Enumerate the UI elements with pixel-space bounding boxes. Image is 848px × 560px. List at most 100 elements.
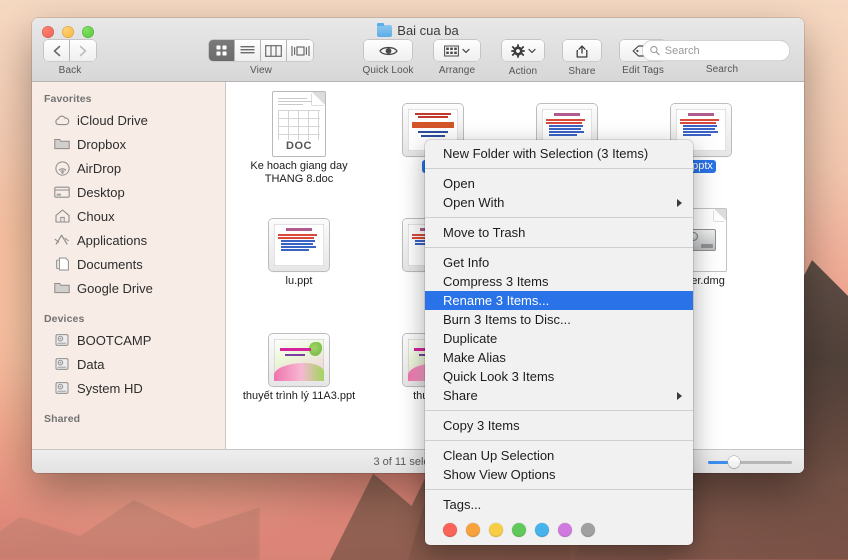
tag-color-purple[interactable] xyxy=(558,523,572,537)
minimize-button[interactable] xyxy=(62,26,74,38)
slider-knob[interactable] xyxy=(728,456,741,468)
tag-color-blue[interactable] xyxy=(535,523,549,537)
menu-item-label: Duplicate xyxy=(443,331,498,346)
arrange-group: Arrange xyxy=(425,40,489,76)
tag-color-row xyxy=(425,514,693,539)
sidebar-item-label: iCloud Drive xyxy=(77,112,148,128)
menu-separator xyxy=(425,410,693,411)
tag-color-gray[interactable] xyxy=(581,523,595,537)
menu-item-label: Open With xyxy=(443,195,505,210)
coverflow-view-icon xyxy=(290,45,310,56)
menu-item-open-with[interactable]: Open With xyxy=(425,193,693,212)
sidebar-item-choux[interactable]: Choux xyxy=(32,204,225,228)
icon-view-icon xyxy=(216,45,227,56)
menu-item-quick-look[interactable]: Quick Look 3 Items xyxy=(425,367,693,386)
icon-size-slider[interactable] xyxy=(708,456,792,468)
sidebar-item-airdrop[interactable]: AirDrop xyxy=(32,156,225,180)
harddisk-icon xyxy=(54,332,70,348)
grid-icon xyxy=(444,45,459,56)
arrange-button[interactable] xyxy=(434,40,480,61)
applications-icon xyxy=(54,232,70,248)
finder-toolbar: Bai cua ba Back View Quick Look Arrange … xyxy=(32,18,804,82)
nav-segmented-control[interactable] xyxy=(44,40,96,61)
menu-item-label: New Folder with Selection (3 Items) xyxy=(443,146,649,161)
sidebar-item-dropbox[interactable]: Dropbox xyxy=(32,132,225,156)
icon-view-button[interactable] xyxy=(209,40,235,61)
quick-look-group: Quick Look xyxy=(355,40,421,76)
cloud-icon xyxy=(54,112,70,128)
menu-item-move-to-trash[interactable]: Move to Trash xyxy=(425,223,693,242)
menu-separator xyxy=(425,217,693,218)
menu-item-label: Clean Up Selection xyxy=(443,448,555,463)
sidebar-section-favorites-title: Favorites xyxy=(44,93,92,105)
menu-item-get-info[interactable]: Get Info xyxy=(425,253,693,272)
sidebar-item-system-hd[interactable]: System HD xyxy=(32,376,225,400)
toolbar-controls: Back View Quick Look Arrange Action Shar… xyxy=(32,40,804,82)
menu-item-label: Open xyxy=(443,176,475,191)
share-button[interactable] xyxy=(563,40,601,61)
tag-color-yellow[interactable] xyxy=(489,523,503,537)
word-document-icon: DOC xyxy=(273,92,325,156)
close-button[interactable] xyxy=(42,26,54,38)
menu-item-share[interactable]: Share xyxy=(425,386,693,405)
menu-item-label: Make Alias xyxy=(443,350,506,365)
share-icon xyxy=(576,44,588,58)
zoom-button[interactable] xyxy=(82,26,94,38)
view-segmented-control[interactable] xyxy=(209,40,313,61)
sidebar-item-google-drive[interactable]: Google Drive xyxy=(32,276,225,300)
desktop-icon xyxy=(54,184,70,200)
tag-color-green[interactable] xyxy=(512,523,526,537)
menu-separator xyxy=(425,440,693,441)
chevron-right-icon xyxy=(79,45,87,56)
tag-color-orange[interactable] xyxy=(466,523,480,537)
menu-item-open[interactable]: Open xyxy=(425,174,693,193)
menu-item-compress[interactable]: Compress 3 Items xyxy=(425,272,693,291)
menu-item-rename[interactable]: Rename 3 Items... xyxy=(425,291,693,310)
file-name: Ke hoach giang day THANG 8.doc xyxy=(250,160,348,185)
menu-item-new-folder-with-selection[interactable]: New Folder with Selection (3 Items) xyxy=(425,144,693,163)
menu-item-label: Burn 3 Items to Disc... xyxy=(443,312,571,327)
search-input[interactable] xyxy=(664,44,782,57)
file-name: thuyết trình lý 11A3.ppt xyxy=(242,390,356,402)
menu-item-show-view-options[interactable]: Show View Options xyxy=(425,465,693,484)
sidebar-item-documents[interactable]: Documents xyxy=(32,252,225,276)
menu-item-clean-up-selection[interactable]: Clean Up Selection xyxy=(425,446,693,465)
menu-item-make-alias[interactable]: Make Alias xyxy=(425,348,693,367)
coverflow-view-button[interactable] xyxy=(287,40,313,61)
arrange-caption: Arrange xyxy=(438,64,476,76)
action-button[interactable] xyxy=(502,40,544,61)
sidebar-section-shared-title: Shared xyxy=(44,413,81,425)
forward-button[interactable] xyxy=(70,40,96,61)
file-item[interactable]: DOC Ke hoach giang day THANG 8.doc xyxy=(232,92,366,199)
harddisk-icon xyxy=(54,380,70,396)
sidebar-item-data[interactable]: Data xyxy=(32,352,225,376)
folder-icon xyxy=(377,22,393,37)
documents-icon xyxy=(54,256,70,272)
sidebar-item-applications[interactable]: Applications xyxy=(32,228,225,252)
sidebar-item-desktop[interactable]: Desktop xyxy=(32,180,225,204)
menu-item-copy[interactable]: Copy 3 Items xyxy=(425,416,693,435)
menu-item-tags[interactable]: Tags... xyxy=(425,495,693,514)
sidebar-item-icloud-drive[interactable]: iCloud Drive xyxy=(32,108,225,132)
action-group: Action xyxy=(493,40,553,77)
sidebar-item-label: AirDrop xyxy=(77,160,122,176)
menu-item-burn-to-disc[interactable]: Burn 3 Items to Disc... xyxy=(425,310,693,329)
context-menu[interactable]: New Folder with Selection (3 Items) Open… xyxy=(425,140,693,545)
submenu-arrow-icon xyxy=(677,198,682,207)
quick-look-button[interactable] xyxy=(364,40,412,61)
menu-item-duplicate[interactable]: Duplicate xyxy=(425,329,693,348)
chevron-down-icon xyxy=(527,48,536,53)
file-thumbnail: DOC xyxy=(273,92,325,156)
tag-color-red[interactable] xyxy=(443,523,457,537)
file-item[interactable]: thuyết trình lý 11A3.ppt xyxy=(232,322,366,429)
sidebar-item-bootcamp[interactable]: BOOTCAMP xyxy=(32,328,225,352)
search-group: Search xyxy=(642,40,802,75)
back-button[interactable] xyxy=(44,40,70,61)
chevron-left-icon xyxy=(53,45,60,56)
column-view-button[interactable] xyxy=(261,40,287,61)
file-item[interactable]: lu.ppt xyxy=(232,207,366,314)
list-view-button[interactable] xyxy=(235,40,261,61)
search-field[interactable] xyxy=(642,40,790,61)
view-group: View xyxy=(196,40,326,76)
powerpoint-thumbnail-icon xyxy=(269,219,329,271)
